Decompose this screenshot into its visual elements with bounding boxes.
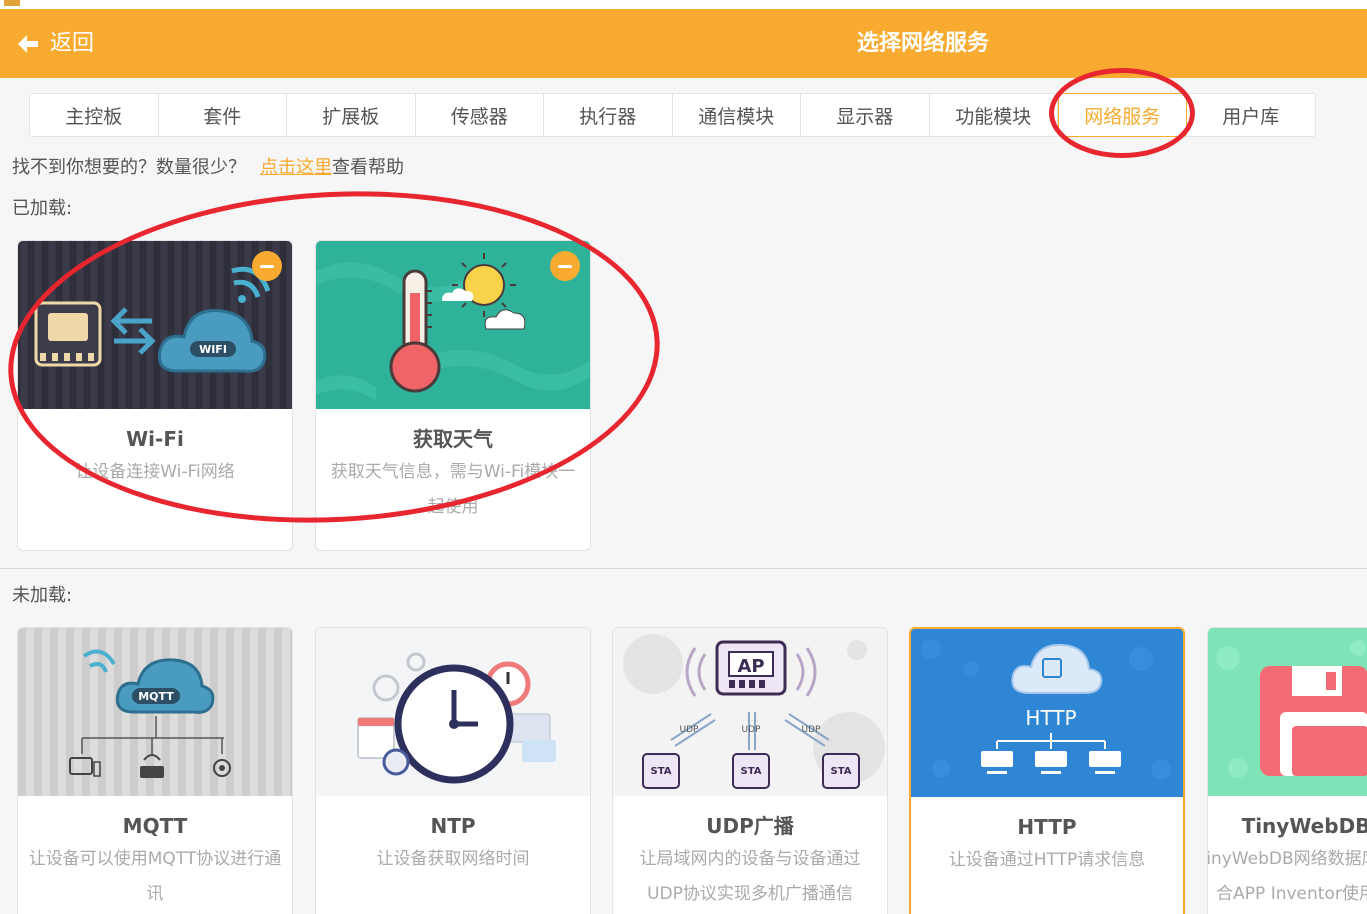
- arrow-left-icon: [18, 35, 38, 53]
- udp-sta-center: STA: [741, 766, 762, 777]
- card-ntp-name: NTP: [430, 814, 476, 838]
- card-weather[interactable]: 获取天气 获取天气信息，需与Wi-Fi模块一起使用: [315, 240, 591, 551]
- card-http-name: HTTP: [1017, 815, 1077, 839]
- tab-actuator[interactable]: 执行器: [544, 94, 673, 136]
- help-line: 找不到你想要的？数量很少？ 点击这里查看帮助: [12, 155, 404, 181]
- udp-ap-text: AP: [737, 656, 764, 677]
- tab-main-board[interactable]: 主控板: [30, 94, 159, 136]
- tab-display[interactable]: 显示器: [801, 94, 930, 136]
- mqtt-thumbnail: MQTT: [18, 628, 292, 796]
- remove-weather-button[interactable]: [550, 251, 580, 281]
- card-ntp-desc: 让设备获取网络时间: [376, 849, 530, 869]
- udp-label-left: UDP: [680, 725, 700, 735]
- card-wifi-desc: 让设备连接Wi-Fi网络: [75, 462, 235, 482]
- tab-user-library[interactable]: 用户库: [1187, 94, 1316, 136]
- card-wifi-name: Wi-Fi: [126, 427, 184, 451]
- header-bar: 返回 选择网络服务: [0, 9, 1367, 78]
- card-weather-name: 获取天气: [413, 427, 493, 451]
- help-suffix: 查看帮助: [332, 157, 404, 178]
- mqtt-thumb-text: MQTT: [138, 690, 174, 703]
- card-ntp[interactable]: NTP 让设备获取网络时间: [315, 627, 591, 914]
- wifi-thumb-text: WIFI: [199, 343, 227, 356]
- ntp-thumbnail: [316, 628, 590, 796]
- section-divider: [0, 568, 1367, 569]
- tinywebdb-thumbnail: [1208, 628, 1367, 796]
- category-tabs: 主控板 套件 扩展板 传感器 执行器 通信模块 显示器 功能模块 网络服务 用户…: [29, 93, 1316, 137]
- tab-kit[interactable]: 套件: [159, 94, 287, 136]
- tab-expansion-board[interactable]: 扩展板: [287, 94, 416, 136]
- card-mqtt-name: MQTT: [122, 814, 188, 838]
- card-tinywebdb-name: TinyWebDB: [1241, 814, 1367, 838]
- http-thumbnail: HTTP: [911, 629, 1183, 797]
- udp-thumbnail: AP UDP UDP UDP STA STA STA: [613, 628, 887, 796]
- card-tinywebdb-desc: 操作TinyWebDB网络数据库，可配合APP Inventor使用: [1207, 849, 1367, 904]
- udp-label-center: UDP: [742, 725, 762, 735]
- tab-sensor[interactable]: 传感器: [416, 94, 544, 136]
- card-udp-desc: 让局域网内的设备与设备通过UDP协议实现多机广播通信: [639, 849, 861, 904]
- card-udp[interactable]: AP UDP UDP UDP STA STA STA UDP广播 让局域网内的设…: [612, 627, 888, 914]
- page-title: 选择网络服务: [856, 31, 989, 56]
- card-mqtt-desc: 让设备可以使用MQTT协议进行通讯: [28, 849, 282, 904]
- remove-wifi-button[interactable]: [252, 251, 282, 281]
- unloaded-section-label: 未加载:: [12, 585, 73, 606]
- card-tinywebdb[interactable]: TinyWebDB 操作TinyWebDB网络数据库，可配合APP Invent…: [1207, 627, 1367, 914]
- udp-label-right: UDP: [802, 725, 822, 735]
- help-prefix: 找不到你想要的？数量很少？: [12, 157, 246, 178]
- card-http-desc: 让设备通过HTTP请求信息: [948, 850, 1146, 870]
- tab-network-service[interactable]: 网络服务: [1058, 93, 1187, 137]
- card-wifi[interactable]: WIFI Wi-Fi 让设备连接Wi-Fi网络: [17, 240, 293, 551]
- card-http[interactable]: HTTP HTTP 让设备通过HTTP请求信息: [909, 627, 1185, 914]
- tab-communication-module[interactable]: 通信模块: [673, 94, 801, 136]
- udp-sta-left: STA: [651, 766, 672, 777]
- window-title-strip: [0, 0, 1367, 9]
- udp-sta-right: STA: [831, 766, 852, 777]
- tab-function-module[interactable]: 功能模块: [930, 94, 1058, 136]
- loaded-section-label: 已加载:: [12, 198, 73, 219]
- weather-thumbnail: [316, 241, 590, 409]
- app-icon: [4, 0, 20, 6]
- back-button[interactable]: 返回: [16, 29, 94, 59]
- back-label: 返回: [50, 31, 95, 56]
- help-link[interactable]: 点击这里: [260, 157, 332, 178]
- http-thumb-text: HTTP: [1025, 706, 1076, 730]
- card-udp-name: UDP广播: [706, 814, 794, 838]
- wifi-thumbnail: WIFI: [18, 241, 292, 409]
- card-weather-desc: 获取天气信息，需与Wi-Fi模块一起使用: [330, 462, 576, 517]
- card-mqtt[interactable]: MQTT MQTT 让设备可以使用MQTT协议进行通讯: [17, 627, 293, 914]
